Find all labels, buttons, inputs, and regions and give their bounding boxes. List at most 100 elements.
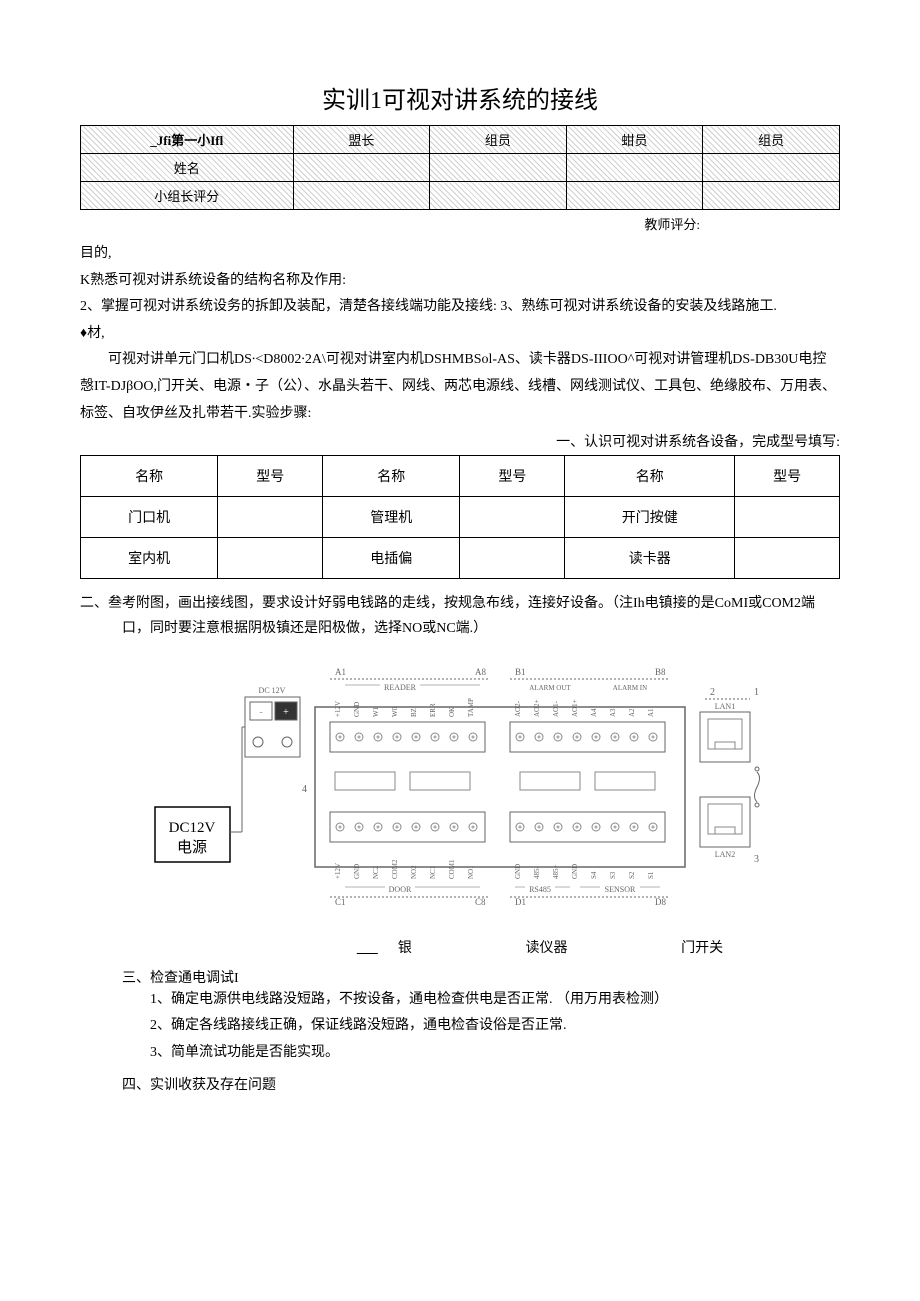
- model-header: 型号: [218, 456, 323, 497]
- reader-label: READER: [384, 683, 417, 692]
- group-header-2: 组员: [430, 126, 567, 154]
- num3-label: 3: [754, 854, 759, 865]
- svg-text:GND: GND: [514, 863, 522, 878]
- door-label: DOOR: [389, 885, 412, 894]
- task3-item-2: 2、确定各线路接线正确，保证线路没短路，通电检杳设俗是否正常.: [150, 1013, 840, 1040]
- model-cell: 室内机: [81, 538, 218, 579]
- num2-label: 2: [710, 687, 715, 698]
- power-label-line1: DC12V: [169, 820, 216, 836]
- model-header: 名称: [81, 456, 218, 497]
- svg-text:AO2+: AO2+: [533, 699, 541, 717]
- material-heading: ♦材,: [80, 321, 840, 348]
- material-text: 可视对讲单元门口机DS∙<D8002∙2A\可视对讲室内机DSHMBSol-AS…: [80, 347, 840, 427]
- model-cell: 开门按健: [565, 497, 735, 538]
- svg-text:-: -: [259, 707, 262, 718]
- score-row-label: 小组长评分: [81, 182, 294, 210]
- group-header-4: 组员: [703, 126, 840, 154]
- svg-text:TAMP: TAMP: [467, 698, 475, 717]
- group-header-3: 蚶员: [566, 126, 703, 154]
- silver-label: 银: [398, 941, 412, 956]
- svg-text:S1: S1: [647, 871, 655, 879]
- task3-head: 三、检查通电调试I: [80, 967, 840, 987]
- name-cell: [293, 154, 430, 182]
- svg-text:GND: GND: [353, 701, 361, 716]
- power-label-line2: 电源: [177, 839, 207, 856]
- model-cell: [218, 538, 323, 579]
- purpose-heading: 目的,: [80, 241, 840, 268]
- purpose-item-2: 2、掌握可视对讲系统设务的拆卸及装配，清楚各接线端功能及接线: 3、熟练可视对讲…: [80, 294, 840, 321]
- alarm-in-label: ALARM IN: [613, 684, 647, 692]
- svg-text:485+: 485+: [552, 864, 560, 879]
- diagram-svg: DC12V 电源 DC 12V - + 4 A1 A8 READER B1 B8…: [150, 657, 770, 917]
- svg-text:S3: S3: [609, 871, 617, 879]
- task4: 四、实训收获及存在问题: [80, 1074, 840, 1094]
- score-cell: [293, 182, 430, 210]
- score-cell: [430, 182, 567, 210]
- name-cell: [566, 154, 703, 182]
- svg-text:NO1: NO1: [467, 864, 475, 878]
- task3-item-1: 1、确定电源供电线路没短路，不按设备，通电检查供电是否正常. （用万用表检测）: [150, 987, 840, 1014]
- svg-text:NC2: NC2: [372, 865, 380, 879]
- svg-text:S4: S4: [590, 871, 598, 879]
- svg-text:COM2: COM2: [391, 859, 399, 879]
- svg-text:W0: W0: [391, 706, 399, 717]
- svg-text:GND: GND: [353, 863, 361, 878]
- svg-text:AO2-: AO2-: [514, 700, 522, 717]
- group-table: _Jfi第一小Ifl 盟长 组员 蚶员 组员 姓名 小组长评分: [80, 125, 840, 210]
- b8-label: B8: [655, 667, 666, 677]
- alarm-out-label: ALARM OUT: [529, 684, 571, 692]
- svg-text:COM1: COM1: [448, 859, 456, 879]
- teacher-score-label: 教师评分:: [80, 214, 840, 233]
- wiring-diagram: DC12V 电源 DC 12V - + 4 A1 A8 READER B1 B8…: [80, 657, 840, 917]
- group-header-0: _Jfi第一小Ifl: [81, 126, 294, 154]
- a1-label: A1: [335, 667, 346, 677]
- task2-text: 二、叁考附图，画出接线图，要求设计好弱电钱路的走线，按规急布线，连接好设备。（注…: [80, 591, 840, 641]
- svg-text:485-: 485-: [533, 865, 541, 879]
- b1-label: B1: [515, 667, 526, 677]
- page-title: 实训1可视对讲系统的接线: [80, 80, 840, 115]
- d1-label: D1: [515, 897, 526, 907]
- model-cell: [218, 497, 323, 538]
- svg-text:W1: W1: [372, 706, 380, 717]
- reader-device-label: 读仪器: [525, 937, 567, 957]
- dc12v-label: DC 12V: [259, 686, 286, 695]
- diagram-bottom-labels: 银 读仪器 门开关: [280, 937, 780, 957]
- model-cell: [460, 497, 565, 538]
- svg-text:NC1: NC1: [429, 865, 437, 879]
- model-cell: 管理机: [323, 497, 460, 538]
- score-cell: [566, 182, 703, 210]
- rs485-label: RS485: [529, 885, 551, 894]
- svg-text:A1: A1: [647, 707, 655, 716]
- a8-label: A8: [475, 667, 486, 677]
- group-header-1: 盟长: [293, 126, 430, 154]
- name-cell: [430, 154, 567, 182]
- model-header: 型号: [735, 456, 840, 497]
- num1-label: 1: [754, 687, 759, 698]
- model-cell: [735, 497, 840, 538]
- svg-text:+12V: +12V: [334, 701, 342, 717]
- svg-text:A3: A3: [609, 707, 617, 716]
- num4-label: 4: [302, 784, 307, 795]
- model-header: 名称: [323, 456, 460, 497]
- lan2-label: LAN2: [715, 850, 735, 859]
- svg-text:OK: OK: [448, 706, 456, 716]
- name-row-label: 姓名: [81, 154, 294, 182]
- c8-label: C8: [475, 897, 486, 907]
- door-switch-label: 门开关: [681, 937, 723, 957]
- svg-text:AO1-: AO1-: [552, 700, 560, 717]
- name-cell: [703, 154, 840, 182]
- model-header: 型号: [460, 456, 565, 497]
- task3-item-3: 3、简单流试功能是否能实现。: [150, 1040, 840, 1067]
- svg-text:+12V: +12V: [334, 863, 342, 879]
- lan1-label: LAN1: [715, 702, 735, 711]
- model-table: 名称 型号 名称 型号 名称 型号 门口机 管理机 开门按健 室内机 电插偏 读…: [80, 455, 840, 579]
- task1-label: 一、认识可视对讲系统各设备，完成型号填写:: [80, 431, 840, 451]
- svg-text:AO1+: AO1+: [571, 699, 579, 717]
- svg-text:+: +: [283, 707, 289, 718]
- model-cell: [735, 538, 840, 579]
- c1-label: C1: [335, 897, 346, 907]
- model-cell: 门口机: [81, 497, 218, 538]
- purpose-item-1: K熟悉可视对讲系统设备的结构名称及作用:: [80, 268, 840, 295]
- model-cell: 电插偏: [323, 538, 460, 579]
- svg-text:ERR: ERR: [429, 703, 437, 717]
